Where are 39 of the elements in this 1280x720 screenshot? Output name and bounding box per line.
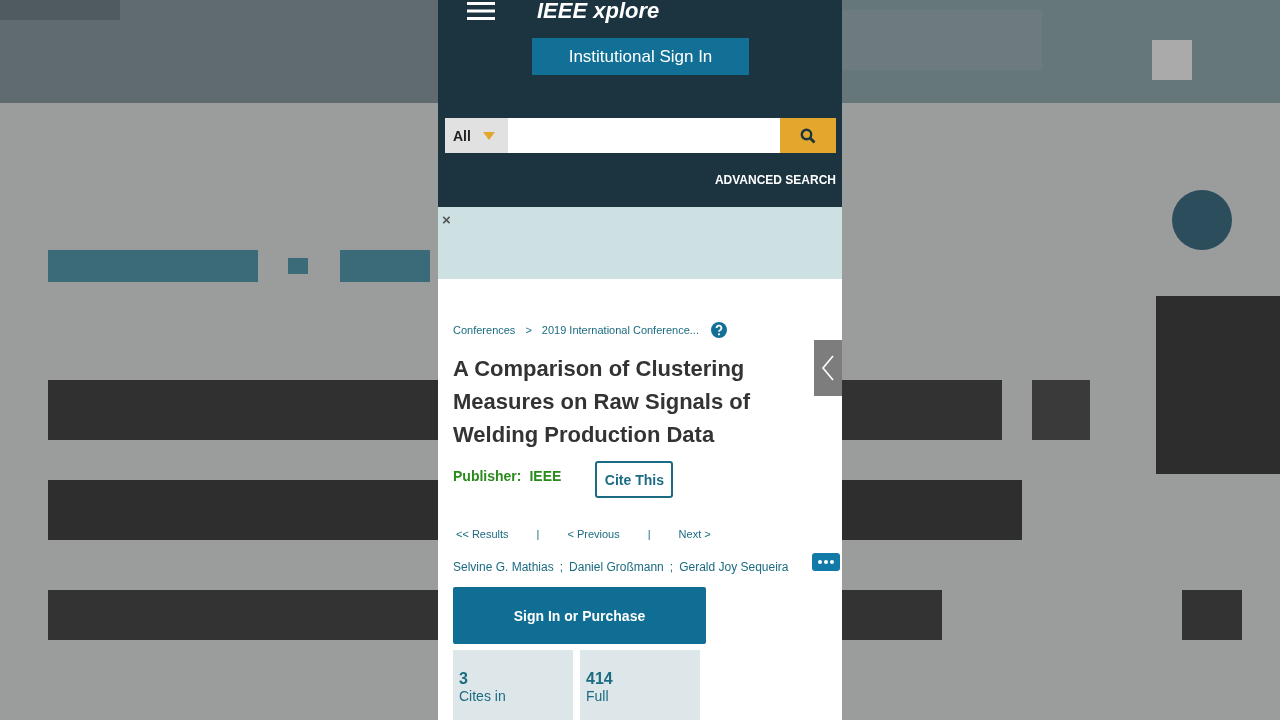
nav-link[interactable]: Next > bbox=[678, 528, 711, 540]
metric-value: 3 bbox=[459, 670, 469, 688]
nav-separator: | bbox=[536, 528, 540, 540]
breadcrumb-link[interactable]: Conferences bbox=[453, 324, 516, 336]
more-icon bbox=[818, 560, 834, 564]
metric-label: Cites in bbox=[459, 688, 507, 704]
side-panel-tab[interactable] bbox=[814, 340, 842, 396]
more-button[interactable] bbox=[812, 553, 840, 571]
author-separator: ; bbox=[559, 560, 564, 574]
cite-button[interactable]: Cite This bbox=[595, 461, 674, 498]
author-link[interactable]: Daniel Großmann bbox=[569, 560, 664, 574]
metric-value: 414 bbox=[586, 670, 614, 688]
breadcrumb-separator: > bbox=[525, 324, 532, 336]
nav-link[interactable]: << Results bbox=[456, 528, 509, 540]
search-icon bbox=[800, 127, 816, 144]
author-separator: ; bbox=[669, 560, 674, 574]
caret-icon bbox=[482, 131, 495, 140]
sign-in-button[interactable]: Institutional Sign In bbox=[532, 38, 749, 75]
scope-dropdown[interactable]: All bbox=[445, 118, 508, 153]
breadcrumb-link[interactable]: 2019 International Conference... bbox=[541, 324, 699, 336]
author-link[interactable]: Selvine G. Mathias bbox=[453, 560, 554, 574]
purchase-button[interactable]: Sign In or Purchase bbox=[453, 587, 706, 644]
paper-title: A Comparison of Clustering Measures on Raw Signals of Welding Production Data bbox=[453, 355, 752, 449]
nav-link[interactable]: < Previous bbox=[567, 528, 620, 540]
search-field[interactable] bbox=[508, 118, 780, 153]
advanced-search-link[interactable]: ADVANCED SEARCH bbox=[714, 173, 836, 187]
nav-separator: | bbox=[647, 528, 651, 540]
search-button[interactable] bbox=[780, 118, 836, 153]
metric-card[interactable]: 414 Full bbox=[580, 650, 700, 720]
metric-label: Full bbox=[586, 688, 610, 704]
help-icon[interactable] bbox=[711, 322, 727, 338]
publisher-value: IEEE bbox=[529, 468, 562, 484]
menu-icon[interactable] bbox=[467, 2, 495, 20]
logo[interactable]: IEEE xplore bbox=[537, 0, 660, 22]
close-button[interactable]: × bbox=[442, 213, 451, 227]
publisher-label: Publisher: bbox=[453, 468, 522, 484]
chevron-left-icon bbox=[821, 354, 835, 382]
metric-card[interactable]: 3 Cites in bbox=[453, 650, 573, 720]
author-link[interactable]: Gerald Joy Sequeira bbox=[679, 560, 789, 574]
